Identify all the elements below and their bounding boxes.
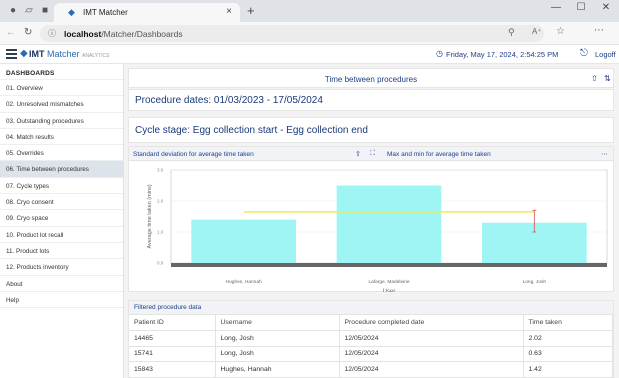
table-row[interactable]: 14465 Long, Josh 12/05/2024 2.02	[129, 330, 613, 347]
new-tab-button[interactable]: +	[247, 3, 255, 18]
sidebar-item[interactable]: 07. Cycle types	[0, 178, 123, 195]
table-row[interactable]: 15741 Long, Josh 12/05/2024 0.63	[129, 346, 613, 362]
procedure-dates: Procedure dates: 01/03/2023 - 17/05/2024	[135, 95, 323, 106]
table-cell: 15741	[129, 346, 216, 362]
history-clock-icon: ◷	[436, 49, 443, 58]
bar	[336, 185, 442, 263]
procedure-table-card: Filtered procedure data Patient ID Userna…	[128, 300, 614, 378]
zoom-icon[interactable]: ⚲	[508, 27, 515, 38]
table-cell: 12/05/2024	[339, 330, 524, 347]
sidebar-item[interactable]: Help	[0, 292, 123, 309]
favorites-star-icon[interactable]: ☆	[556, 26, 565, 37]
x-axis-bar	[171, 263, 607, 267]
column-header[interactable]: Time taken	[523, 315, 613, 331]
sidebar: DASHBOARDS 01. Overview 02. Unresolved mi…	[0, 64, 124, 378]
app-logo: IMT Matcher ANALYTICS	[29, 49, 110, 59]
sidebar-item[interactable]: About	[0, 276, 123, 292]
column-header[interactable]: Procedure completed date	[339, 315, 524, 331]
table-cell: 0.63	[523, 346, 613, 362]
table-cell: 1.42	[523, 361, 613, 378]
table-cell: Long, Josh	[215, 346, 340, 362]
tab-actions-icon[interactable]: ■	[38, 4, 52, 18]
sidebar-item[interactable]: 11. Product lots	[0, 243, 123, 260]
maximize-icon[interactable]: ☐	[571, 2, 591, 13]
x-axis-label: User	[383, 289, 396, 292]
table-cell: 14465	[129, 330, 216, 347]
sidebar-heading: DASHBOARDS	[0, 64, 123, 80]
y-tick-label: 1.0	[157, 230, 164, 235]
sidebar-item[interactable]: 01. Overview	[0, 80, 123, 97]
logoff-link[interactable]: Logoff	[595, 50, 616, 59]
y-axis-label: Average time taken (mins)	[147, 184, 153, 248]
y-tick-label: 2.0	[157, 199, 164, 204]
chart-fullscreen-icon[interactable]: ⛶	[370, 150, 375, 158]
address-bar[interactable]: ⓘ localhost/Matcher/Dashboards	[40, 25, 544, 42]
hamburger-menu-icon[interactable]	[6, 49, 17, 59]
sidebar-item[interactable]: 02. Unresolved mismatches	[0, 96, 123, 113]
table-cell: 12/05/2024	[339, 346, 524, 362]
tab-max-min[interactable]: Max and min for average time taken	[387, 151, 491, 158]
y-tick-label: 0.0	[157, 261, 164, 266]
column-header[interactable]: Username	[215, 315, 340, 331]
table-cell: Hughes, Hannah	[215, 361, 340, 378]
current-datetime: Friday, May 17, 2024, 2:54:25 PM	[446, 50, 559, 59]
browser-tab-bar: ● ▱ ■ ◆ IMT Matcher × + — ☐ ✕	[0, 0, 619, 22]
table-cell: 2.02	[523, 330, 613, 347]
x-tick-label: Hughes, Hannah	[226, 279, 262, 285]
x-tick-label: Long, Josh	[523, 279, 547, 285]
sidebar-item[interactable]: 09. Cryo space	[0, 210, 123, 227]
main-content: Time between procedures ⇧ ⇅ Procedure da…	[125, 64, 619, 378]
sidebar-item[interactable]: 10. Product lot recall	[0, 227, 123, 243]
table-cell: 15843	[129, 361, 216, 378]
url-text: localhost/Matcher/Dashboards	[64, 29, 183, 39]
site-info-icon[interactable]: ⓘ	[48, 28, 56, 39]
cycle-stage: Cycle stage: Egg collection start - Egg …	[135, 125, 368, 136]
browser-tab[interactable]: ◆ IMT Matcher ×	[54, 3, 240, 22]
share-icon[interactable]: ⇧	[591, 74, 598, 83]
chart-more-icon[interactable]: ⋯	[601, 150, 608, 158]
table-cell: Long, Josh	[215, 330, 340, 347]
sidebar-item[interactable]: 04. Match results	[0, 129, 123, 146]
logo-icon: ◆	[20, 48, 28, 59]
table-caption: Filtered procedure data	[129, 301, 613, 315]
sidebar-item[interactable]: 08. Cryo consent	[0, 194, 123, 211]
expand-icon[interactable]: ⇅	[604, 74, 611, 83]
procedure-dates-card: Procedure dates: 01/03/2023 - 17/05/2024	[128, 89, 614, 111]
sidebar-item[interactable]: 03. Outstanding procedures	[0, 113, 123, 129]
sidebar-item[interactable]: 12. Products inventory	[0, 259, 123, 276]
favicon-icon: ◆	[68, 7, 75, 17]
workspaces-icon[interactable]: ▱	[22, 4, 36, 18]
sidebar-item[interactable]: 06. Time between procedures	[0, 161, 123, 178]
more-menu-icon[interactable]: ⋯	[594, 25, 604, 36]
close-tab-icon[interactable]: ×	[226, 6, 232, 17]
chart-tab-bar: Standard deviation for average time take…	[129, 147, 613, 161]
app-header: ◆ IMT Matcher ANALYTICS ◷ Friday, May 17…	[0, 45, 619, 64]
page-title: Time between procedures	[324, 75, 418, 84]
logoff-icon[interactable]: ⎋	[580, 48, 588, 59]
refresh-icon[interactable]: ↻	[24, 27, 32, 38]
bar	[191, 219, 296, 263]
profile-icon[interactable]: ●	[6, 4, 20, 18]
tab-std-deviation[interactable]: Standard deviation for average time take…	[133, 151, 254, 158]
chart-card: Standard deviation for average time take…	[128, 146, 614, 292]
sidebar-item[interactable]: 05. Overrides	[0, 145, 123, 162]
read-aloud-icon[interactable]: A⁺	[532, 27, 542, 36]
cycle-stage-card: Cycle stage: Egg collection start - Egg …	[128, 117, 614, 143]
bar-chart: 0.0 1.0 2.0 3.0 Hughes, Hannah Lafarge, Madel…	[147, 168, 608, 292]
tab-title: IMT Matcher	[83, 8, 128, 17]
table-row[interactable]: 15843 Hughes, Hannah 12/05/2024 1.42	[129, 361, 613, 378]
browser-toolbar: ← ↻ ⓘ localhost/Matcher/Dashboards ⚲ A⁺ …	[0, 22, 619, 45]
chart-share-icon[interactable]: ⇧	[355, 150, 361, 158]
column-header[interactable]: Patient ID	[129, 315, 216, 331]
table-cell: 12/05/2024	[339, 361, 524, 378]
y-tick-label: 3.0	[157, 168, 164, 173]
close-window-icon[interactable]: ✕	[596, 2, 616, 13]
procedure-table: Patient ID Username Procedure completed da…	[129, 315, 613, 378]
x-tick-label: Lafarge, Madeleine	[368, 279, 409, 285]
minimize-icon[interactable]: —	[546, 2, 566, 13]
dashboard-title-bar: Time between procedures ⇧ ⇅	[128, 68, 614, 88]
back-icon[interactable]: ←	[6, 27, 16, 38]
